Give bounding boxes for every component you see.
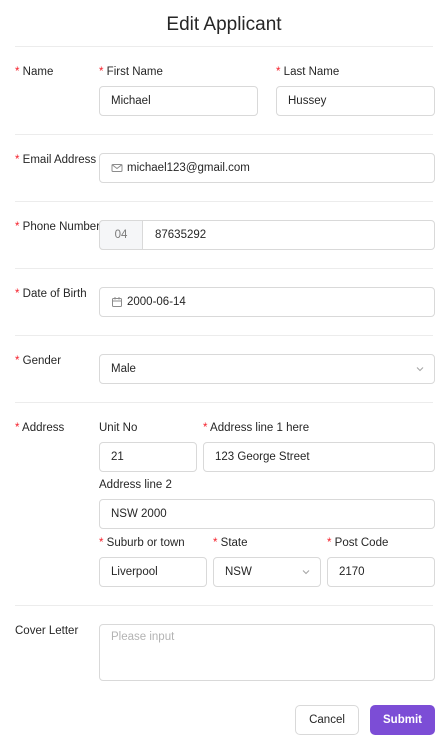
divider: [15, 46, 433, 47]
gender-label: Gender: [15, 355, 61, 367]
calendar-icon: [111, 296, 123, 308]
suburb-label: Suburb or town: [99, 537, 185, 549]
phone-value: 87635292: [155, 229, 207, 241]
suburb-value: Liverpool: [111, 566, 158, 578]
first-name-input[interactable]: Michael: [99, 86, 258, 116]
last-name-input[interactable]: Hussey: [276, 86, 435, 116]
state-label: State: [213, 537, 248, 549]
dialog-title: Edit Applicant: [166, 14, 282, 35]
state-value: NSW: [225, 566, 252, 578]
email-label: Email Address: [15, 154, 97, 166]
dob-picker[interactable]: 2000-06-14: [99, 287, 435, 317]
cover-letter-label: Cover Letter: [15, 625, 79, 637]
gender-select[interactable]: Male: [99, 354, 435, 384]
divider: [15, 605, 433, 606]
divider: [15, 402, 433, 403]
address-line1-value: 123 George Street: [215, 451, 310, 463]
phone-input[interactable]: 04 87635292: [99, 220, 435, 250]
address-line1-input[interactable]: 123 George Street: [203, 442, 435, 472]
postcode-input[interactable]: 2170: [327, 557, 435, 587]
first-name-label: First Name: [99, 66, 163, 78]
divider: [15, 201, 433, 202]
address-line1-label: Address line 1 here: [203, 422, 309, 434]
email-value: michael123@gmail.com: [127, 162, 250, 174]
phone-label: Phone Number: [15, 221, 100, 233]
divider: [15, 134, 433, 135]
unit-no-label: Unit No: [99, 422, 138, 434]
gender-value: Male: [111, 363, 136, 375]
postcode-label: Post Code: [327, 537, 389, 549]
email-input[interactable]: michael123@gmail.com: [99, 153, 435, 183]
state-select[interactable]: NSW: [213, 557, 321, 587]
cover-letter-textarea[interactable]: Please input: [99, 624, 435, 681]
phone-prefix: 04: [99, 220, 143, 250]
mail-icon: [111, 162, 123, 174]
address-line2-label: Address line 2: [99, 479, 172, 491]
divider: [15, 335, 433, 336]
cancel-button[interactable]: Cancel: [295, 705, 359, 735]
cover-letter-placeholder: Please input: [111, 631, 175, 643]
address-label: Address: [15, 422, 64, 434]
first-name-value: Michael: [111, 95, 151, 107]
address-line2-value: NSW 2000: [111, 508, 167, 520]
suburb-input[interactable]: Liverpool: [99, 557, 207, 587]
last-name-label: Last Name: [276, 66, 340, 78]
chevron-down-icon: [301, 567, 311, 577]
postcode-value: 2170: [339, 566, 365, 578]
dob-value: 2000-06-14: [127, 296, 186, 308]
submit-button[interactable]: Submit: [370, 705, 435, 735]
name-label: Name: [15, 66, 54, 78]
last-name-value: Hussey: [288, 95, 327, 107]
divider: [15, 268, 433, 269]
chevron-down-icon: [415, 364, 425, 374]
address-line2-input[interactable]: NSW 2000: [99, 499, 435, 529]
dob-label: Date of Birth: [15, 288, 87, 300]
unit-no-value: 21: [111, 451, 124, 463]
unit-no-input[interactable]: 21: [99, 442, 197, 472]
